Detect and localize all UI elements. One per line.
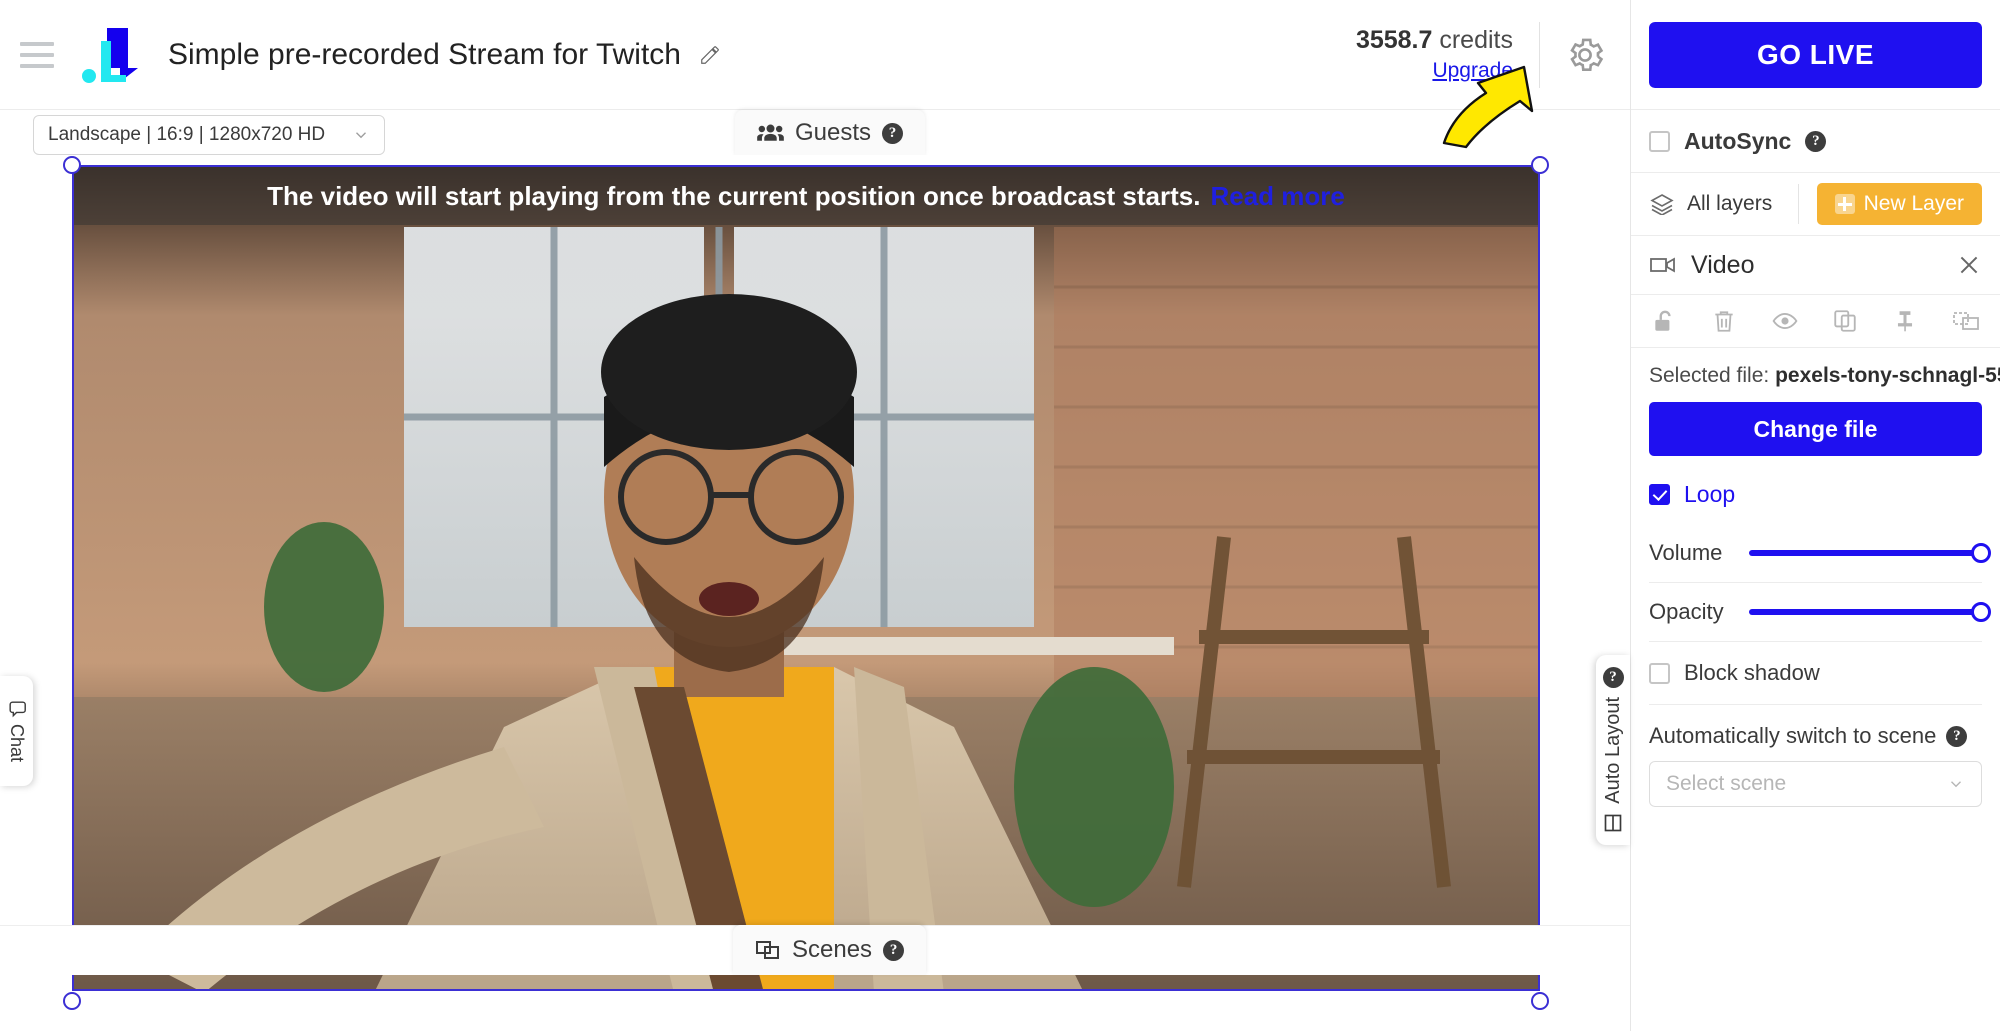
- credits-label: credits: [1439, 26, 1513, 54]
- video-notice-text: The video will start playing from the cu…: [267, 180, 1201, 211]
- main-area: Simple pre-recorded Stream for Twitch 35…: [0, 0, 1630, 1031]
- sub-bar: Landscape | 16:9 | 1280x720 HD Guests ?: [0, 110, 1630, 156]
- volume-label: Volume: [1649, 540, 1723, 565]
- auto-layout-label: Auto Layout: [1601, 697, 1624, 804]
- app-logo-icon[interactable]: [80, 24, 146, 86]
- layer-title: Video: [1691, 250, 1755, 279]
- top-bar: Simple pre-recorded Stream for Twitch 35…: [0, 0, 1630, 110]
- auto-switch-label: Automatically switch to scene: [1649, 723, 1937, 748]
- all-layers-label: All layers: [1687, 192, 1773, 215]
- block-shadow-row: Block shadow: [1631, 642, 2000, 704]
- opacity-row: Opacity: [1631, 583, 2000, 641]
- scenes-frame-icon: [756, 941, 779, 959]
- video-layer-frame[interactable]: The video will start playing from the cu…: [72, 165, 1540, 991]
- go-live-area: GO LIVE: [1631, 0, 2000, 110]
- tab-guests-label: Guests: [795, 119, 872, 146]
- block-shadow-checkbox[interactable]: [1649, 662, 1670, 684]
- loop-checkbox[interactable]: [1649, 483, 1670, 505]
- eye-visibility-icon[interactable]: [1771, 308, 1799, 334]
- selected-file-name: pexels-tony-schnagl-552800: [1775, 364, 2000, 387]
- pin-icon[interactable]: [1892, 308, 1918, 334]
- scene-select-placeholder: Select scene: [1666, 772, 1787, 795]
- video-preview-image: [74, 167, 1538, 989]
- go-live-button[interactable]: GO LIVE: [1649, 21, 1982, 88]
- duplicate-copy-icon[interactable]: [1832, 308, 1858, 334]
- canvas-stage: The video will start playing from the cu…: [0, 155, 1630, 1010]
- hamburger-menu-icon[interactable]: [20, 41, 54, 68]
- tab-scenes-label: Scenes: [792, 936, 873, 963]
- aspect-ratio-value: Landscape | 16:9 | 1280x720 HD: [48, 124, 326, 145]
- gear-icon[interactable]: [1540, 0, 1630, 110]
- unlock-icon[interactable]: [1651, 308, 1677, 334]
- app-root: Simple pre-recorded Stream for Twitch 35…: [0, 0, 2000, 1031]
- page-title: Simple pre-recorded Stream for Twitch: [168, 37, 681, 71]
- scene-select[interactable]: Select scene: [1649, 761, 1982, 807]
- auto-switch-row: Automatically switch to scene ?: [1631, 705, 2000, 749]
- selection-handle-top-right[interactable]: [1531, 156, 1549, 174]
- pencil-edit-icon[interactable]: [699, 44, 721, 66]
- new-layer-label: New Layer: [1863, 192, 1964, 215]
- tab-guests[interactable]: Guests ?: [735, 110, 926, 156]
- volume-row: Volume: [1631, 524, 2000, 582]
- video-camera-icon: [1650, 257, 1675, 273]
- opacity-slider[interactable]: [1749, 602, 1991, 622]
- trash-icon[interactable]: [1711, 308, 1737, 334]
- selected-file-row: Selected file: pexels-tony-schnagl-55280…: [1631, 348, 2000, 388]
- layers-stack-icon: [1650, 194, 1674, 215]
- sidebar-item-chat[interactable]: Chat: [0, 676, 33, 786]
- video-notice-banner: The video will start playing from the cu…: [74, 167, 1538, 225]
- guests-people-icon: [757, 124, 784, 141]
- read-more-link[interactable]: Read more: [1210, 181, 1344, 212]
- new-layer-button[interactable]: New Layer: [1816, 183, 1982, 225]
- credits-value: 3558.7: [1355, 26, 1433, 54]
- block-shadow-label: Block shadow: [1684, 660, 1820, 685]
- auto-switch-help-icon[interactable]: ?: [1946, 725, 1968, 747]
- layer-header: Video: [1631, 236, 2000, 294]
- volume-slider-handle[interactable]: [1971, 543, 1991, 563]
- loop-label: Loop: [1684, 480, 1736, 507]
- volume-slider[interactable]: [1749, 543, 1991, 563]
- chat-bubble-icon: [9, 701, 26, 718]
- send-to-scene-icon[interactable]: [1952, 309, 1980, 333]
- layout-grid-icon: [1604, 814, 1622, 832]
- autosync-label: AutoSync: [1684, 127, 1792, 154]
- scenes-help-icon[interactable]: ?: [883, 939, 905, 961]
- aspect-ratio-select[interactable]: Landscape | 16:9 | 1280x720 HD: [33, 115, 385, 155]
- properties-panel: GO LIVE AutoSync ? All layers New Layer: [1630, 0, 2000, 1031]
- plus-icon: [1834, 194, 1855, 214]
- loop-row: Loop: [1631, 464, 2000, 524]
- chevron-down-icon: [356, 132, 366, 139]
- close-x-icon[interactable]: [1956, 252, 1982, 278]
- selection-handle-top-left[interactable]: [63, 156, 81, 174]
- all-layers-button[interactable]: All layers: [1649, 184, 1800, 224]
- change-file-button[interactable]: Change file: [1649, 402, 1982, 456]
- credits-text: 3558.7 credits: [1356, 26, 1513, 55]
- opacity-slider-handle[interactable]: [1971, 602, 1991, 622]
- tab-scenes[interactable]: Scenes ?: [733, 925, 927, 975]
- chat-label: Chat: [7, 724, 27, 763]
- autosync-row: AutoSync ?: [1631, 110, 2000, 172]
- layer-action-toolbar: [1631, 295, 2000, 347]
- selected-file-label: Selected file:: [1649, 364, 1770, 387]
- autosync-checkbox[interactable]: [1649, 130, 1670, 152]
- auto-layout-tab[interactable]: ? Auto Layout: [1596, 655, 1630, 845]
- auto-layout-help-icon[interactable]: ?: [1602, 667, 1624, 689]
- layers-toolbar: All layers New Layer: [1631, 173, 2000, 235]
- selection-handle-bottom-right[interactable]: [1531, 992, 1549, 1010]
- opacity-label: Opacity: [1649, 599, 1724, 624]
- chevron-down-icon: [1951, 781, 1961, 788]
- guests-help-icon[interactable]: ?: [882, 122, 904, 144]
- selection-handle-bottom-left[interactable]: [63, 992, 81, 1010]
- yellow-curved-arrow-annotation: [1442, 65, 1534, 149]
- autosync-help-icon[interactable]: ?: [1805, 130, 1827, 152]
